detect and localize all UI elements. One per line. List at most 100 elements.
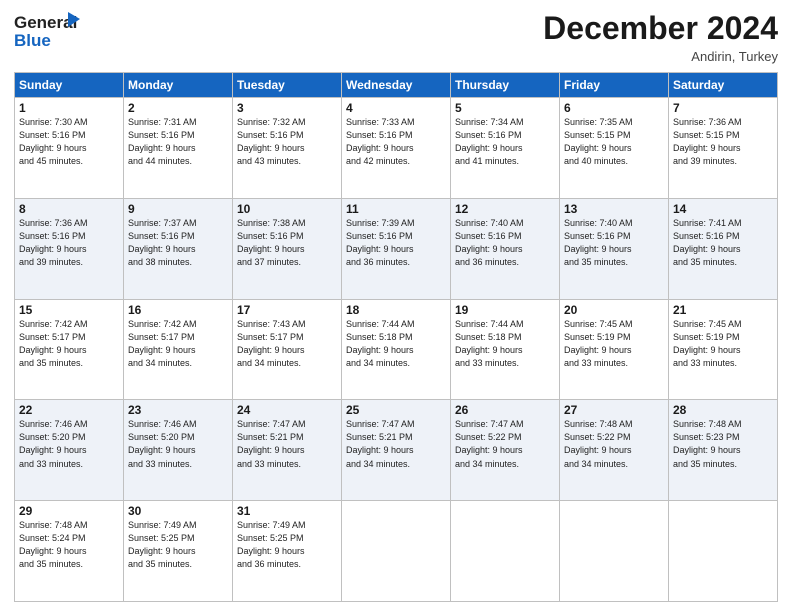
table-row: 24Sunrise: 7:47 AMSunset: 5:21 PMDayligh…	[233, 400, 342, 501]
day-number: 15	[19, 303, 119, 317]
location-subtitle: Andirin, Turkey	[543, 49, 778, 64]
table-row: 21Sunrise: 7:45 AMSunset: 5:19 PMDayligh…	[669, 299, 778, 400]
table-row: 19Sunrise: 7:44 AMSunset: 5:18 PMDayligh…	[451, 299, 560, 400]
table-row: 3Sunrise: 7:32 AMSunset: 5:16 PMDaylight…	[233, 98, 342, 199]
table-row: 15Sunrise: 7:42 AMSunset: 5:17 PMDayligh…	[15, 299, 124, 400]
day-info: Sunrise: 7:40 AMSunset: 5:16 PMDaylight:…	[455, 217, 555, 269]
table-row: 25Sunrise: 7:47 AMSunset: 5:21 PMDayligh…	[342, 400, 451, 501]
day-info: Sunrise: 7:33 AMSunset: 5:16 PMDaylight:…	[346, 116, 446, 168]
day-info: Sunrise: 7:40 AMSunset: 5:16 PMDaylight:…	[564, 217, 664, 269]
day-info: Sunrise: 7:44 AMSunset: 5:18 PMDaylight:…	[346, 318, 446, 370]
day-info: Sunrise: 7:49 AMSunset: 5:25 PMDaylight:…	[128, 519, 228, 571]
table-row: 20Sunrise: 7:45 AMSunset: 5:19 PMDayligh…	[560, 299, 669, 400]
day-info: Sunrise: 7:46 AMSunset: 5:20 PMDaylight:…	[19, 418, 119, 470]
day-number: 4	[346, 101, 446, 115]
calendar-row: 22Sunrise: 7:46 AMSunset: 5:20 PMDayligh…	[15, 400, 778, 501]
day-number: 7	[673, 101, 773, 115]
logo-svg: GeneralBlue	[14, 10, 104, 54]
day-number: 6	[564, 101, 664, 115]
table-row: 14Sunrise: 7:41 AMSunset: 5:16 PMDayligh…	[669, 198, 778, 299]
day-info: Sunrise: 7:43 AMSunset: 5:17 PMDaylight:…	[237, 318, 337, 370]
day-info: Sunrise: 7:44 AMSunset: 5:18 PMDaylight:…	[455, 318, 555, 370]
table-row: 31Sunrise: 7:49 AMSunset: 5:25 PMDayligh…	[233, 501, 342, 602]
table-row	[669, 501, 778, 602]
day-number: 5	[455, 101, 555, 115]
day-number: 19	[455, 303, 555, 317]
table-row: 18Sunrise: 7:44 AMSunset: 5:18 PMDayligh…	[342, 299, 451, 400]
table-row	[560, 501, 669, 602]
day-number: 26	[455, 403, 555, 417]
calendar-row: 8Sunrise: 7:36 AMSunset: 5:16 PMDaylight…	[15, 198, 778, 299]
table-row: 11Sunrise: 7:39 AMSunset: 5:16 PMDayligh…	[342, 198, 451, 299]
day-info: Sunrise: 7:47 AMSunset: 5:21 PMDaylight:…	[346, 418, 446, 470]
day-number: 30	[128, 504, 228, 518]
day-info: Sunrise: 7:36 AMSunset: 5:16 PMDaylight:…	[19, 217, 119, 269]
table-row: 13Sunrise: 7:40 AMSunset: 5:16 PMDayligh…	[560, 198, 669, 299]
calendar-table: Sunday Monday Tuesday Wednesday Thursday…	[14, 72, 778, 602]
day-number: 25	[346, 403, 446, 417]
day-number: 21	[673, 303, 773, 317]
table-row: 8Sunrise: 7:36 AMSunset: 5:16 PMDaylight…	[15, 198, 124, 299]
day-number: 2	[128, 101, 228, 115]
day-info: Sunrise: 7:47 AMSunset: 5:22 PMDaylight:…	[455, 418, 555, 470]
day-number: 8	[19, 202, 119, 216]
header: GeneralBlue December 2024 Andirin, Turke…	[14, 10, 778, 64]
day-info: Sunrise: 7:30 AMSunset: 5:16 PMDaylight:…	[19, 116, 119, 168]
calendar-row: 1Sunrise: 7:30 AMSunset: 5:16 PMDaylight…	[15, 98, 778, 199]
table-row: 1Sunrise: 7:30 AMSunset: 5:16 PMDaylight…	[15, 98, 124, 199]
table-row: 22Sunrise: 7:46 AMSunset: 5:20 PMDayligh…	[15, 400, 124, 501]
table-row: 9Sunrise: 7:37 AMSunset: 5:16 PMDaylight…	[124, 198, 233, 299]
day-info: Sunrise: 7:38 AMSunset: 5:16 PMDaylight:…	[237, 217, 337, 269]
day-info: Sunrise: 7:48 AMSunset: 5:22 PMDaylight:…	[564, 418, 664, 470]
day-info: Sunrise: 7:42 AMSunset: 5:17 PMDaylight:…	[19, 318, 119, 370]
day-info: Sunrise: 7:45 AMSunset: 5:19 PMDaylight:…	[673, 318, 773, 370]
col-tuesday: Tuesday	[233, 73, 342, 98]
page: GeneralBlue December 2024 Andirin, Turke…	[0, 0, 792, 612]
svg-text:Blue: Blue	[14, 31, 51, 50]
table-row: 23Sunrise: 7:46 AMSunset: 5:20 PMDayligh…	[124, 400, 233, 501]
day-number: 22	[19, 403, 119, 417]
table-row: 5Sunrise: 7:34 AMSunset: 5:16 PMDaylight…	[451, 98, 560, 199]
col-friday: Friday	[560, 73, 669, 98]
table-row: 17Sunrise: 7:43 AMSunset: 5:17 PMDayligh…	[233, 299, 342, 400]
day-number: 1	[19, 101, 119, 115]
title-area: December 2024 Andirin, Turkey	[543, 10, 778, 64]
table-row: 30Sunrise: 7:49 AMSunset: 5:25 PMDayligh…	[124, 501, 233, 602]
table-row: 2Sunrise: 7:31 AMSunset: 5:16 PMDaylight…	[124, 98, 233, 199]
day-info: Sunrise: 7:49 AMSunset: 5:25 PMDaylight:…	[237, 519, 337, 571]
day-number: 14	[673, 202, 773, 216]
day-info: Sunrise: 7:34 AMSunset: 5:16 PMDaylight:…	[455, 116, 555, 168]
day-number: 20	[564, 303, 664, 317]
table-row: 27Sunrise: 7:48 AMSunset: 5:22 PMDayligh…	[560, 400, 669, 501]
day-number: 27	[564, 403, 664, 417]
day-number: 29	[19, 504, 119, 518]
day-number: 3	[237, 101, 337, 115]
table-row: 10Sunrise: 7:38 AMSunset: 5:16 PMDayligh…	[233, 198, 342, 299]
col-sunday: Sunday	[15, 73, 124, 98]
day-number: 9	[128, 202, 228, 216]
table-row: 6Sunrise: 7:35 AMSunset: 5:15 PMDaylight…	[560, 98, 669, 199]
table-row: 12Sunrise: 7:40 AMSunset: 5:16 PMDayligh…	[451, 198, 560, 299]
calendar-header-row: Sunday Monday Tuesday Wednesday Thursday…	[15, 73, 778, 98]
table-row: 7Sunrise: 7:36 AMSunset: 5:15 PMDaylight…	[669, 98, 778, 199]
col-saturday: Saturday	[669, 73, 778, 98]
day-number: 10	[237, 202, 337, 216]
month-title: December 2024	[543, 10, 778, 47]
day-number: 23	[128, 403, 228, 417]
day-info: Sunrise: 7:39 AMSunset: 5:16 PMDaylight:…	[346, 217, 446, 269]
day-info: Sunrise: 7:37 AMSunset: 5:16 PMDaylight:…	[128, 217, 228, 269]
table-row: 29Sunrise: 7:48 AMSunset: 5:24 PMDayligh…	[15, 501, 124, 602]
day-number: 12	[455, 202, 555, 216]
day-info: Sunrise: 7:36 AMSunset: 5:15 PMDaylight:…	[673, 116, 773, 168]
day-info: Sunrise: 7:48 AMSunset: 5:23 PMDaylight:…	[673, 418, 773, 470]
table-row: 26Sunrise: 7:47 AMSunset: 5:22 PMDayligh…	[451, 400, 560, 501]
table-row: 28Sunrise: 7:48 AMSunset: 5:23 PMDayligh…	[669, 400, 778, 501]
day-number: 28	[673, 403, 773, 417]
day-number: 24	[237, 403, 337, 417]
col-thursday: Thursday	[451, 73, 560, 98]
col-monday: Monday	[124, 73, 233, 98]
table-row	[342, 501, 451, 602]
day-info: Sunrise: 7:42 AMSunset: 5:17 PMDaylight:…	[128, 318, 228, 370]
day-info: Sunrise: 7:48 AMSunset: 5:24 PMDaylight:…	[19, 519, 119, 571]
day-number: 16	[128, 303, 228, 317]
